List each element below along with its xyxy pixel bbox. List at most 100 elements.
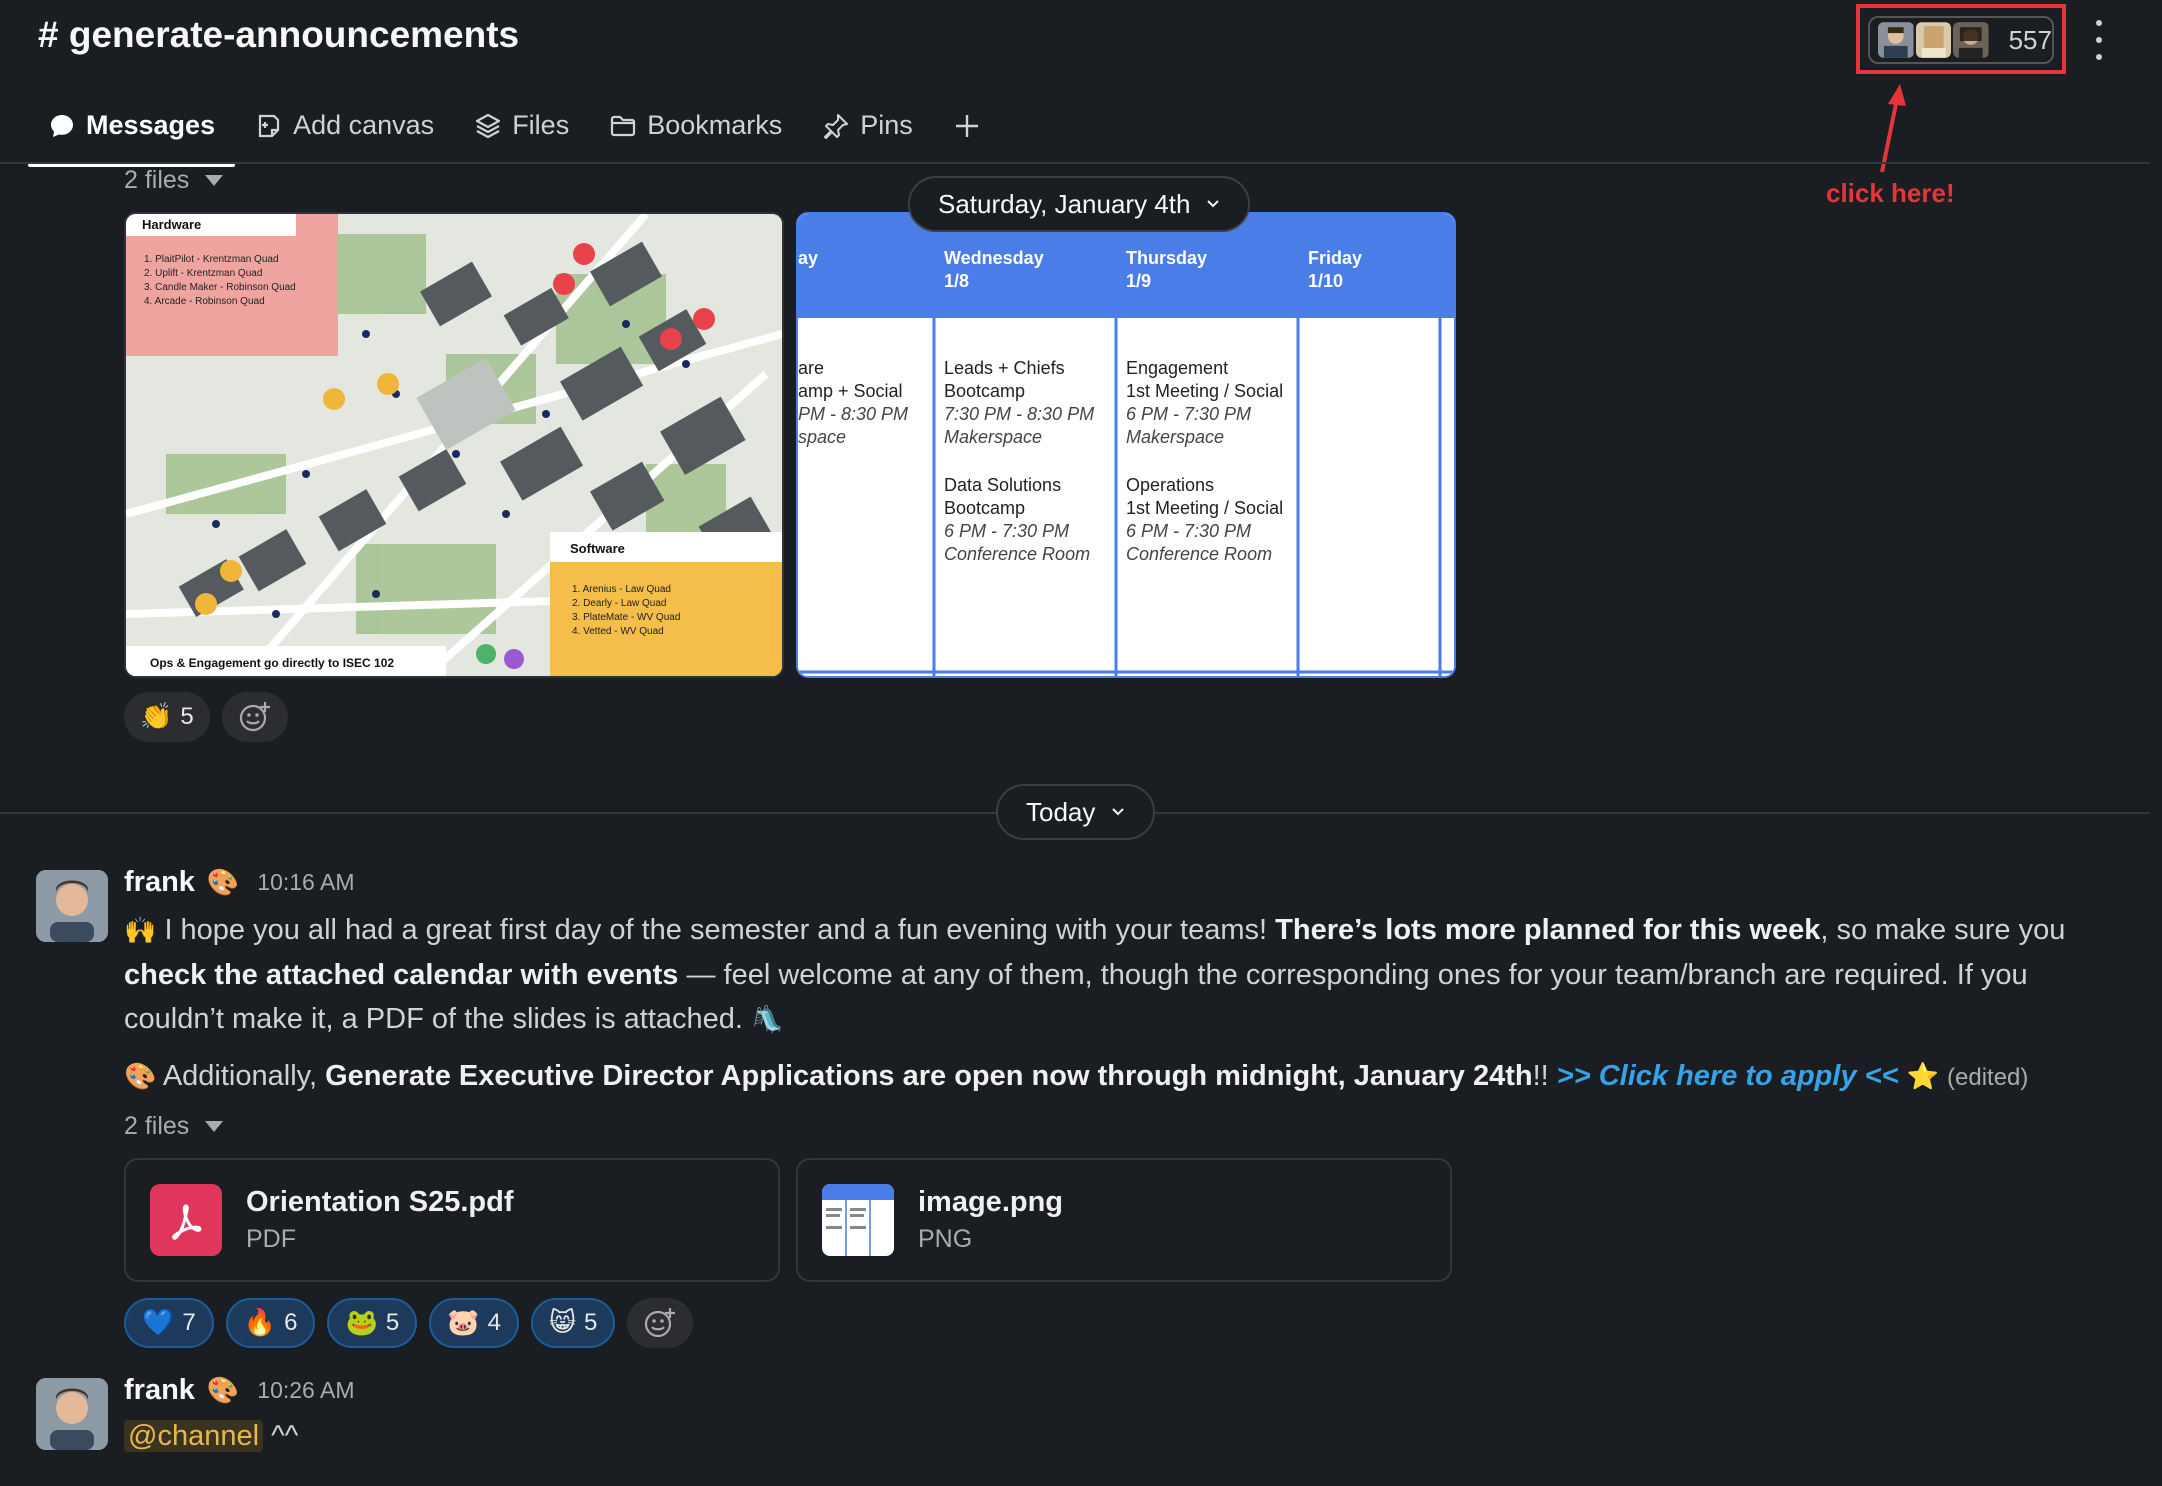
tab-pins[interactable]: Pins — [802, 100, 933, 167]
calendar-event-place: Conference Room — [944, 544, 1090, 564]
reaction-pig[interactable]: 🐷 4 — [429, 1298, 519, 1348]
calendar-event-title: Bootcamp — [944, 498, 1025, 518]
channel-tabs: Messages Add canvas Files Bookmarks Pins — [28, 100, 1001, 167]
text-run: I hope you all had a great first day of … — [164, 914, 1276, 946]
pin-icon — [824, 113, 849, 139]
timestamp[interactable]: 10:16 AM — [257, 869, 354, 896]
avatar[interactable] — [36, 870, 108, 942]
tab-label: Files — [512, 110, 570, 140]
member-count: 557 — [2008, 24, 2052, 55]
add-reaction-button[interactable] — [221, 692, 288, 742]
reaction-count: 6 — [284, 1309, 298, 1336]
text-run: Additionally, — [156, 1060, 326, 1092]
message-body: 🙌 I hope you all had a great first day o… — [124, 908, 2104, 1042]
tab-label: Messages — [86, 110, 216, 140]
add-tab-button[interactable] — [933, 102, 1001, 166]
calendar-image: ay Wednesday 1/8 Thursday 1/9 Friday 1/1… — [798, 214, 1454, 676]
channel-title[interactable]: # generate-announcements — [38, 14, 519, 56]
file-attachment-pdf[interactable]: Orientation S25.pdf PDF — [124, 1158, 780, 1282]
calendar-event-title: Engagement — [1126, 358, 1228, 378]
status-emoji-icon: 🎨 — [124, 1062, 157, 1092]
calendar-event-title: 1st Meeting / Social — [1126, 498, 1283, 518]
date-label: Saturday, January 4th — [938, 188, 1191, 219]
message-body-para2: 🎨 Additionally, Generate Executive Direc… — [124, 1054, 2104, 1100]
chevron-down-icon — [1207, 200, 1220, 208]
author-name[interactable]: frank — [124, 1374, 195, 1407]
map-hardware-item: 4. Arcade - Robinson Quad — [144, 296, 265, 307]
calendar-event-time: PM - 8:30 PM — [798, 404, 908, 424]
tab-bookmarks[interactable]: Bookmarks — [589, 100, 802, 167]
map-hardware-item: 2. Uplift - Krentzman Quad — [144, 268, 262, 279]
plus-icon — [955, 114, 978, 137]
files-toggle[interactable]: 2 files — [124, 1112, 224, 1141]
date-divider-saturday[interactable]: Saturday, January 4th — [908, 176, 1251, 232]
text-run: ^^ — [263, 1420, 299, 1452]
reaction-count: 4 — [487, 1309, 501, 1336]
text-run: !! — [1532, 1060, 1557, 1092]
channel-members-button[interactable]: 557 — [1868, 16, 2054, 64]
reaction-fire[interactable]: 🔥 6 — [225, 1298, 316, 1348]
member-avatar — [1953, 22, 1989, 58]
campus-map-image: Hardware 1. PlaitPilot - Krentzman Quad … — [126, 214, 782, 676]
reaction-heart[interactable]: 💙 7 — [124, 1298, 214, 1348]
channel-mention[interactable]: @channel — [124, 1420, 264, 1452]
more-options-icon[interactable] — [2092, 20, 2106, 60]
user-avatar-image — [36, 870, 108, 942]
add-reaction-button[interactable] — [627, 1298, 694, 1348]
calendar-image-attachment[interactable]: ay Wednesday 1/8 Thursday 1/9 Friday 1/1… — [796, 212, 1456, 678]
member-avatar — [1878, 22, 1914, 58]
annotation-arrow-icon — [1880, 84, 1906, 173]
tab-label: Add canvas — [293, 110, 435, 140]
reaction-cat[interactable]: 😸 5 — [530, 1298, 616, 1348]
image-thumbnail-icon — [822, 1184, 894, 1256]
map-hardware-item: 1. PlaitPilot - Krentzman Quad — [144, 254, 279, 265]
map-footer-text: Ops & Engagement go directly to ISEC 102 — [150, 656, 394, 670]
tab-add-canvas[interactable]: Add canvas — [235, 100, 454, 167]
calendar-event-place: Makerspace — [944, 427, 1042, 447]
map-image-attachment[interactable]: Hardware 1. PlaitPilot - Krentzman Quad … — [124, 212, 784, 678]
file-type: PDF — [246, 1225, 296, 1253]
author-name[interactable]: frank — [124, 866, 195, 899]
reaction-frog[interactable]: 🐸 5 — [327, 1298, 418, 1348]
avatar[interactable] — [36, 1378, 108, 1450]
apply-link[interactable]: >> Click here to apply << — [1557, 1060, 1899, 1092]
map-software-title: Software — [570, 541, 625, 556]
calendar-date: 1/8 — [944, 271, 969, 291]
header-divider — [0, 162, 2150, 164]
add-emoji-icon — [239, 702, 270, 732]
reaction-count: 7 — [182, 1309, 196, 1336]
calendar-event-time: 7:30 PM - 8:30 PM — [944, 404, 1094, 424]
files-toggle[interactable]: 2 files — [124, 166, 224, 195]
calendar-date: 1/9 — [1126, 271, 1151, 291]
file-type: PNG — [918, 1225, 973, 1253]
hands-emoji-icon: 🙌 — [124, 916, 157, 946]
frog-emoji-icon: 🐸 — [345, 1308, 378, 1338]
calendar-event-title: Data Solutions — [944, 475, 1061, 495]
reactions-bar: 👏 5 — [124, 692, 288, 742]
message-body: @channel ^^ — [124, 1414, 2104, 1458]
calendar-event-title: are — [798, 358, 824, 378]
map-hardware-title: Hardware — [142, 217, 201, 232]
timestamp[interactable]: 10:26 AM — [257, 1377, 354, 1404]
calendar-event-time: 6 PM - 7:30 PM — [1126, 521, 1251, 541]
reaction-count: 5 — [180, 703, 194, 730]
calendar-event-time: 6 PM - 7:30 PM — [944, 521, 1069, 541]
text-run-bold: Generate Executive Director Applications… — [325, 1060, 1533, 1092]
add-emoji-icon — [645, 1308, 676, 1338]
tab-messages[interactable]: Messages — [28, 100, 236, 167]
tab-label: Bookmarks — [647, 110, 783, 140]
annotation-label: click here! — [1826, 178, 1955, 208]
member-avatar — [1915, 22, 1952, 58]
reaction-clap[interactable]: 👏 5 — [124, 692, 210, 742]
calendar-event-place: space — [798, 427, 846, 447]
date-divider-today[interactable]: Today — [996, 784, 1156, 840]
calendar-event-place: Conference Room — [1126, 544, 1272, 564]
blue-heart-emoji-icon: 💙 — [142, 1308, 175, 1338]
tab-files[interactable]: Files — [454, 100, 589, 167]
file-name: Orientation S25.pdf — [246, 1186, 514, 1218]
file-attachment-png[interactable]: image.png PNG — [796, 1158, 1452, 1282]
reactions-bar: 💙 7 🔥 6 🐸 5 🐷 4 😸 5 — [124, 1298, 694, 1348]
slide-emoji-icon: 🛝 — [751, 1005, 784, 1035]
calendar-event-title: Operations — [1126, 475, 1214, 495]
layers-icon — [476, 113, 501, 138]
